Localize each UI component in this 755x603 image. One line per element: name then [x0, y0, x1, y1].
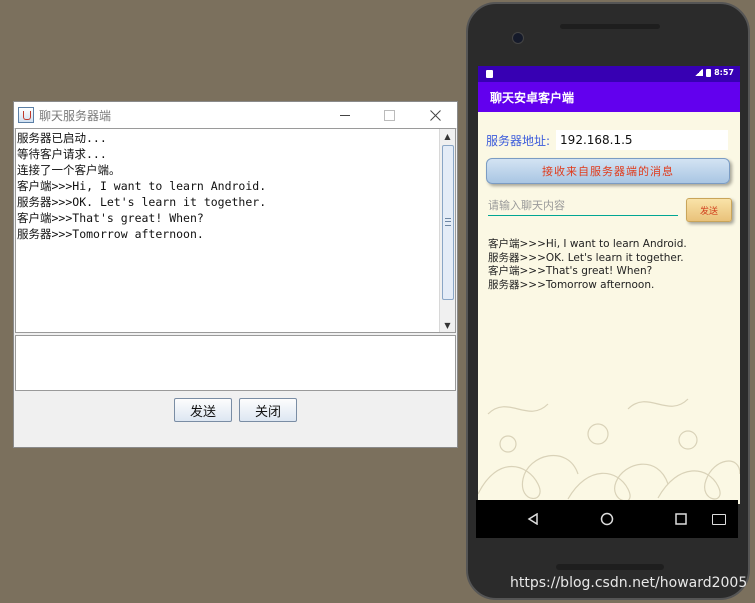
- signal-icon: [695, 69, 704, 76]
- earpiece: [560, 24, 660, 29]
- scroll-thumb[interactable]: [442, 145, 454, 300]
- send-button[interactable]: 发送: [174, 398, 232, 422]
- java-cup-icon: [18, 107, 34, 123]
- phone-screen: 8:57 聊天安卓客户端 服务器地址: 192.168.1.5 接收来自服务器端…: [478, 66, 740, 504]
- window-title: 聊天服务器端: [39, 108, 112, 123]
- nav-bar: [476, 500, 738, 538]
- message-input[interactable]: [15, 335, 456, 391]
- send-button-mobile[interactable]: 发送: [686, 198, 732, 222]
- sd-card-icon: [486, 70, 493, 78]
- address-label: 服务器地址:: [486, 133, 551, 148]
- watermark-url: https://blog.csdn.net/howard2005: [510, 575, 748, 591]
- minimize-button[interactable]: [322, 102, 368, 128]
- minimize-icon: [340, 114, 350, 116]
- scroll-down-icon[interactable]: ▼: [440, 318, 455, 332]
- status-right: 8:57: [695, 68, 734, 77]
- maximize-icon: [383, 109, 395, 121]
- status-time: 8:57: [714, 68, 734, 77]
- close-icon: [429, 109, 441, 121]
- home-icon[interactable]: [598, 510, 616, 528]
- scroll-up-icon[interactable]: ▲: [440, 129, 455, 143]
- camera-icon: [512, 32, 524, 44]
- close-window-button[interactable]: [412, 102, 458, 128]
- back-icon[interactable]: [524, 510, 542, 528]
- app-bar: 聊天安卓客户端: [478, 82, 740, 112]
- status-bar: 8:57: [478, 66, 740, 82]
- receive-message-button[interactable]: 接收来自服务器端的消息: [486, 158, 730, 184]
- chat-log-area[interactable]: 服务器已启动... 等待客户请求... 连接了一个客户端。 客户端>>>Hi, …: [15, 128, 456, 333]
- phone-chat-log: 客户端>>>Hi, I want to learn Android. 服务器>>…: [488, 238, 687, 291]
- server-window: 聊天服务器端 服务器已启动... 等待客户请求... 连接了一个客户端。 客户端…: [13, 101, 458, 448]
- vertical-scrollbar[interactable]: ▲ ▼: [439, 129, 455, 332]
- window-titlebar[interactable]: 聊天服务器端: [14, 102, 457, 129]
- chat-message-field[interactable]: 请输入聊天内容: [488, 198, 678, 216]
- close-button[interactable]: 关闭: [239, 398, 297, 422]
- recents-icon[interactable]: [672, 510, 690, 528]
- background-swirl-decoration: [478, 398, 740, 502]
- chat-log-text: 服务器已启动... 等待客户请求... 连接了一个客户端。 客户端>>>Hi, …: [17, 131, 267, 241]
- address-field[interactable]: 192.168.1.5: [556, 130, 729, 150]
- keyboard-icon[interactable]: [712, 514, 726, 525]
- battery-icon: [706, 68, 712, 77]
- address-row: 服务器地址: 192.168.1.5: [486, 130, 729, 150]
- grip-icon: [445, 218, 451, 226]
- maximize-button[interactable]: [366, 102, 412, 128]
- app-title: 聊天安卓客户端: [490, 90, 575, 105]
- bottom-speaker: [556, 564, 664, 570]
